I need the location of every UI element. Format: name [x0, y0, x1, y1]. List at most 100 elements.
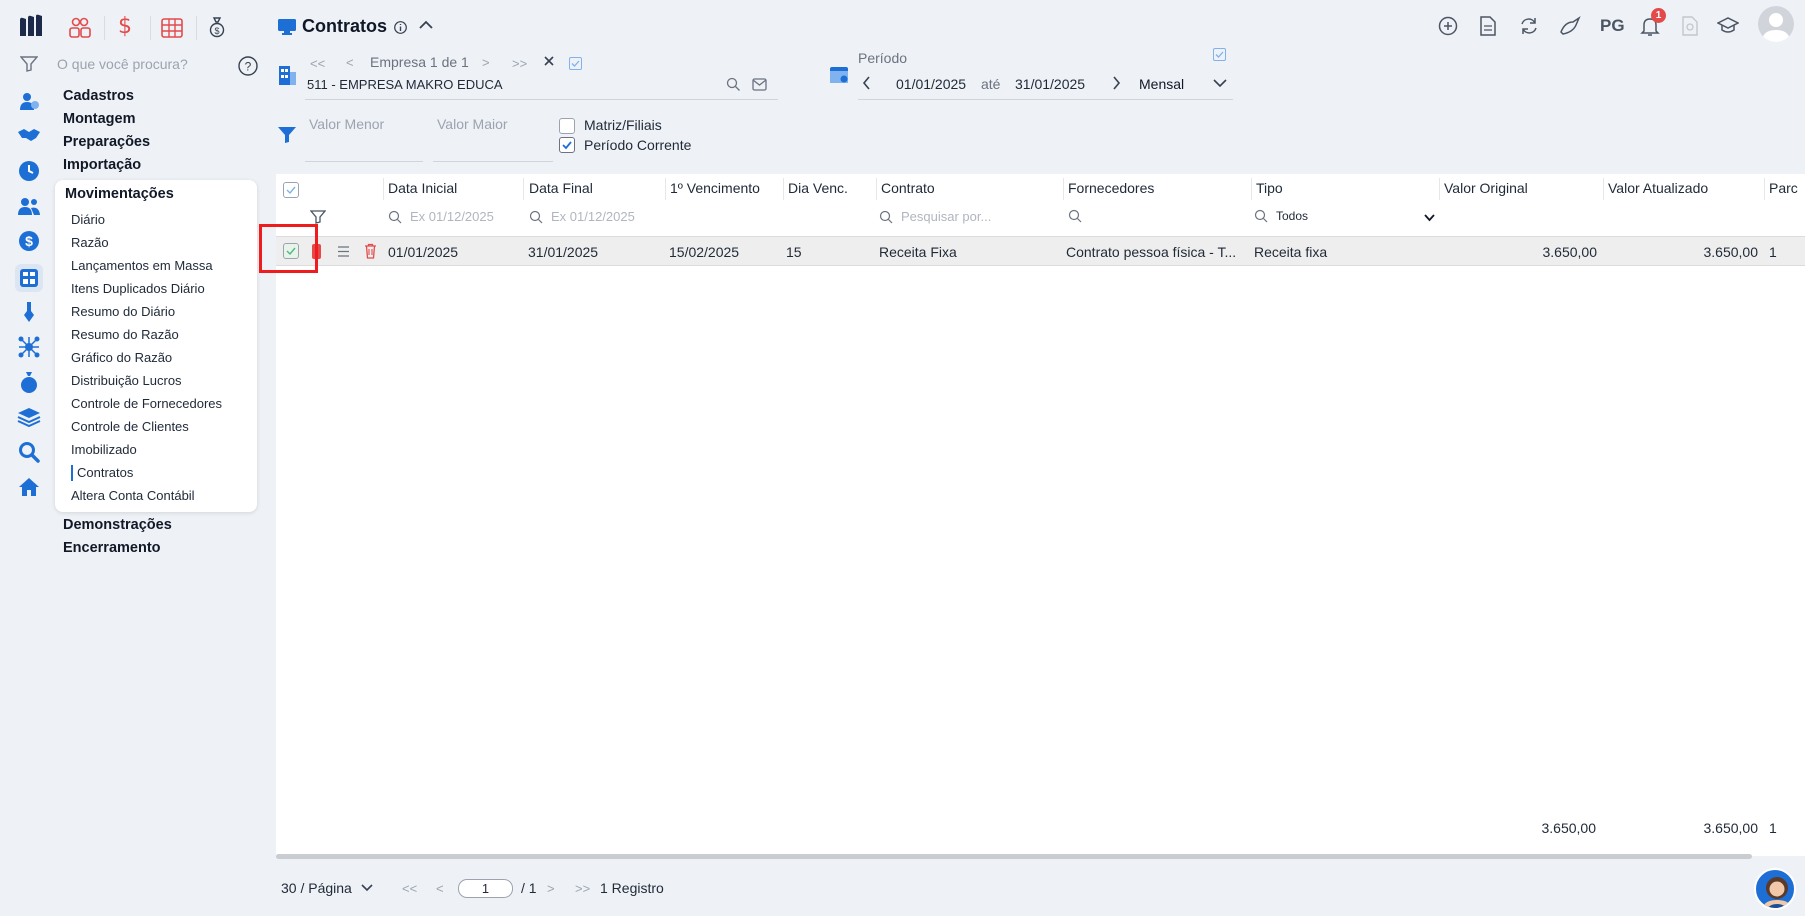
users-icon[interactable]	[16, 193, 42, 219]
clear-company-icon[interactable]	[543, 55, 555, 67]
first-company-icon[interactable]: <<	[310, 56, 325, 71]
collapse-chevron-icon[interactable]	[419, 20, 433, 30]
col-vencimento[interactable]: 1º Vencimento	[670, 180, 760, 196]
col-dia-venc[interactable]: Dia Venc.	[788, 180, 848, 196]
pen-tool-icon[interactable]	[16, 299, 42, 325]
add-circle-icon[interactable]	[1436, 14, 1460, 38]
menu-montagem[interactable]: Montagem	[63, 111, 136, 127]
filter-data-final[interactable]: Ex 01/12/2025	[529, 209, 635, 224]
cadastros-icon[interactable]	[16, 88, 42, 114]
table-row[interactable]: 01/01/2025 31/01/2025 15/02/2025 15 Rece…	[276, 236, 1805, 266]
help-icon[interactable]: ?	[238, 56, 258, 76]
money-bag-icon[interactable]	[16, 369, 42, 395]
first-page-icon[interactable]: <<	[402, 881, 417, 896]
filter-fornecedores[interactable]	[1068, 209, 1082, 223]
clock-icon[interactable]	[16, 158, 42, 184]
dollar-red-icon[interactable]: $	[118, 14, 132, 39]
filter-tipo[interactable]: Todos	[1254, 209, 1308, 223]
money-bag-outline-icon[interactable]: $	[208, 16, 226, 38]
submenu-item-clientes[interactable]: Controle de Clientes	[71, 419, 189, 434]
period-next-icon[interactable]	[1112, 76, 1121, 90]
last-page-icon[interactable]: >>	[575, 881, 590, 896]
company-name-field[interactable]: 511 - EMPRESA MAKRO EDUCA	[307, 77, 503, 92]
col-data-inicial[interactable]: Data Inicial	[388, 180, 457, 196]
avatar[interactable]	[1758, 6, 1794, 42]
company-search-icon[interactable]	[726, 77, 741, 92]
periodo-corrente-checkbox[interactable]	[559, 137, 575, 153]
col-valor-original[interactable]: Valor Original	[1444, 180, 1528, 196]
submenu-item-altera-conta[interactable]: Altera Conta Contábil	[71, 488, 195, 503]
spreadsheet-red-icon[interactable]	[161, 18, 183, 38]
last-company-icon[interactable]: >>	[512, 56, 527, 71]
period-start-field[interactable]: 01/01/2025	[896, 76, 966, 92]
submenu-item-resumo-diario[interactable]: Resumo do Diário	[71, 304, 175, 319]
submenu-item-itens-duplicados[interactable]: Itens Duplicados Diário	[71, 281, 205, 296]
search-rail-icon[interactable]	[16, 439, 42, 465]
row-delete-icon[interactable]	[364, 243, 377, 259]
next-page-icon[interactable]: >	[547, 881, 555, 896]
brush-icon[interactable]	[1558, 14, 1582, 38]
network-icon[interactable]	[16, 334, 42, 360]
period-end-field[interactable]: 31/01/2025	[1015, 76, 1085, 92]
submenu-item-diario[interactable]: Diário	[71, 212, 105, 227]
submenu-item-resumo-razao[interactable]: Resumo do Razão	[71, 327, 179, 342]
search-document-icon[interactable]	[1678, 14, 1702, 38]
search-input[interactable]: O que você procura?	[57, 56, 188, 72]
horizontal-scrollbar[interactable]	[276, 854, 1752, 859]
submenu-title[interactable]: Movimentações	[65, 186, 174, 202]
submenu-item-fornecedores[interactable]: Controle de Fornecedores	[71, 396, 222, 411]
col-valor-atualizado[interactable]: Valor Atualizado	[1608, 180, 1708, 196]
page-input[interactable]: 1	[458, 879, 513, 898]
advanced-filter-icon[interactable]	[277, 126, 297, 144]
company-check-icon[interactable]	[569, 57, 582, 70]
menu-encerramento[interactable]: Encerramento	[63, 540, 161, 556]
app-logo[interactable]	[18, 14, 44, 38]
home-icon[interactable]	[16, 474, 42, 500]
filter-data-inicial[interactable]: Ex 01/12/2025	[388, 209, 494, 224]
matriz-filiais-checkbox[interactable]	[559, 118, 575, 134]
refresh-icon[interactable]	[1517, 14, 1541, 38]
period-prev-icon[interactable]	[862, 76, 871, 90]
menu-demonstracoes[interactable]: Demonstrações	[63, 517, 172, 533]
movimentacoes-icon[interactable]	[15, 264, 43, 292]
menu-importacao[interactable]: Importação	[63, 157, 141, 173]
document-icon[interactable]	[1476, 14, 1500, 38]
row-filter-icon[interactable]	[310, 210, 326, 224]
period-check-icon[interactable]	[1213, 48, 1226, 61]
col-fornecedores[interactable]: Fornecedores	[1068, 180, 1154, 196]
col-parc[interactable]: Parc	[1769, 180, 1798, 196]
col-contrato[interactable]: Contrato	[881, 180, 935, 196]
valor-menor-field[interactable]: Valor Menor	[309, 116, 384, 132]
submenu-item-contratos[interactable]: Contratos	[77, 465, 133, 480]
row-menu-icon[interactable]	[337, 246, 350, 257]
submenu-item-distribuicao[interactable]: Distribuição Lucros	[71, 373, 182, 388]
user-initials[interactable]: PG	[1600, 16, 1625, 36]
submenu-item-imobilizado[interactable]: Imobilizado	[71, 442, 137, 457]
filter-contrato[interactable]: Pesquisar por...	[879, 209, 991, 224]
prev-company-icon[interactable]: <	[346, 55, 354, 70]
page-size-select[interactable]: 30 / Página	[281, 880, 373, 896]
next-company-icon[interactable]: >	[482, 55, 490, 70]
prev-page-icon[interactable]: <	[436, 881, 444, 896]
groups-red-icon[interactable]	[68, 17, 92, 39]
period-mode-chevron-icon[interactable]	[1213, 79, 1227, 88]
company-mail-icon[interactable]	[752, 78, 767, 91]
info-icon[interactable]	[394, 21, 407, 34]
period-mode-select[interactable]: Mensal	[1139, 76, 1184, 92]
menu-cadastros[interactable]: Cadastros	[63, 88, 134, 104]
dollar-icon[interactable]: $	[16, 228, 42, 254]
submenu-item-grafico-razao[interactable]: Gráfico do Razão	[71, 350, 172, 365]
valor-maior-field[interactable]: Valor Maior	[437, 116, 508, 132]
layers-icon[interactable]	[16, 404, 42, 430]
submenu-item-razao[interactable]: Razão	[71, 235, 109, 250]
handshake-icon[interactable]	[16, 122, 42, 148]
col-data-final[interactable]: Data Final	[529, 180, 593, 196]
menu-preparacoes[interactable]: Preparações	[63, 134, 150, 150]
graduation-cap-icon[interactable]	[1716, 14, 1740, 38]
filter-icon[interactable]	[20, 56, 38, 72]
filter-tipo-chevron-icon[interactable]	[1424, 214, 1435, 222]
submenu-item-lancamentos[interactable]: Lançamentos em Massa	[71, 258, 213, 273]
select-all-checkbox[interactable]	[283, 182, 299, 198]
assistant-avatar[interactable]	[1754, 868, 1796, 910]
col-tipo[interactable]: Tipo	[1256, 180, 1283, 196]
